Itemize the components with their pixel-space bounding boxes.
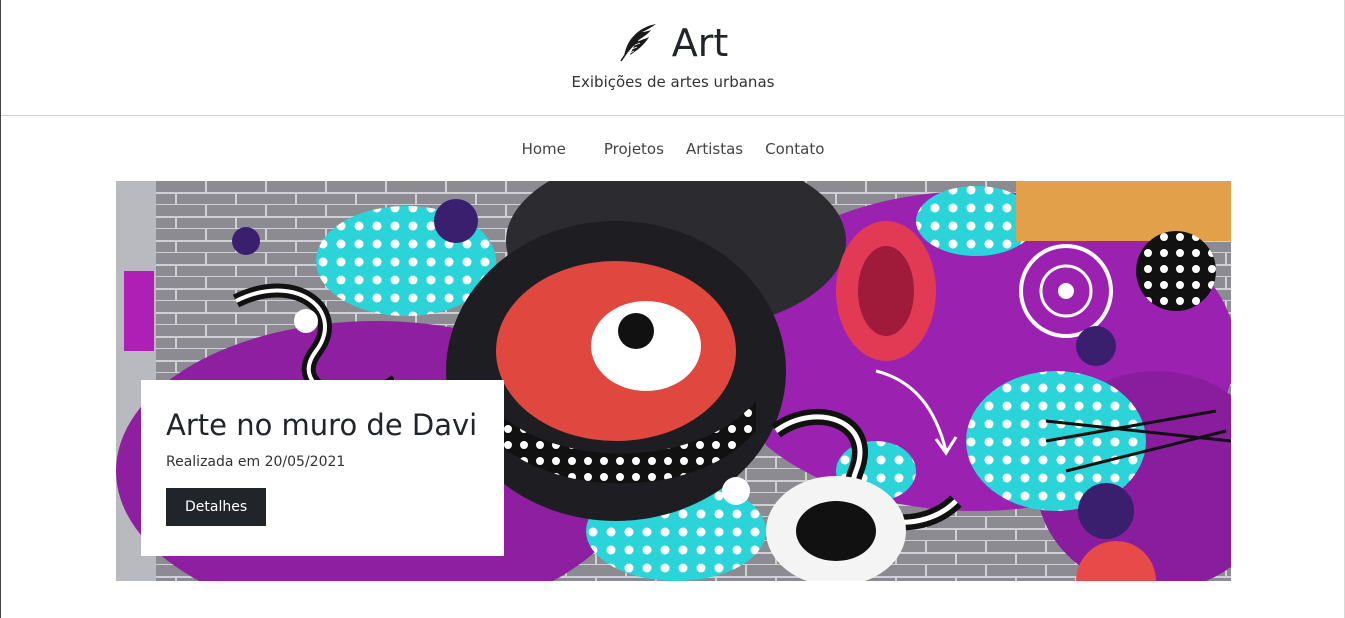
brand[interactable]: Art bbox=[1, 0, 1345, 65]
site-header: Art Exibições de artes urbanas bbox=[1, 0, 1345, 116]
nav-home-link[interactable]: Home bbox=[511, 140, 577, 158]
hero-banner: Arte no muro de Davi Realizada em 20/05/… bbox=[116, 181, 1231, 581]
details-button[interactable]: Detalhes bbox=[166, 488, 267, 526]
hero-date: Realizada em 20/05/2021 bbox=[166, 454, 346, 470]
nav-contato-link[interactable]: Contato bbox=[754, 140, 835, 158]
nav-artistas-link[interactable]: Artistas bbox=[675, 140, 754, 158]
hero-title: Arte no muro de Davi bbox=[166, 408, 478, 442]
page: Art Exibições de artes urbanas Home Proj… bbox=[0, 0, 1345, 618]
hero-caption-card: Arte no muro de Davi Realizada em 20/05/… bbox=[141, 380, 504, 556]
nav-projetos-link[interactable]: Projetos bbox=[593, 140, 675, 158]
tagline: Exibições de artes urbanas bbox=[571, 73, 775, 91]
feather-quill-icon bbox=[618, 22, 658, 62]
brand-name: Art bbox=[671, 21, 729, 65]
main-nav: Home Projetos Artistas Contato bbox=[1, 116, 1345, 180]
